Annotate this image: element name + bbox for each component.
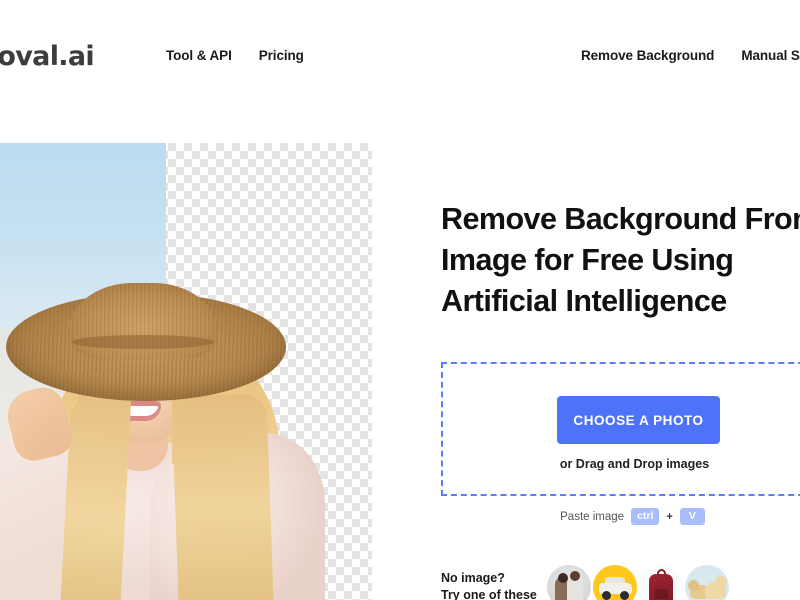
subject-hair-strand-left: [60, 391, 132, 600]
paste-hint-label: Paste image: [560, 510, 625, 523]
paste-hint-row: Paste image ctrl + V: [441, 508, 800, 525]
page-title-line-1: Remove Background From: [441, 202, 800, 236]
sample-thumbnail-backpack[interactable]: [639, 565, 683, 600]
site-header: moval.ai Tool & API Pricing Remove Backg…: [0, 0, 800, 118]
page-title-line-3: Artificial Intelligence: [441, 284, 727, 318]
upload-dropzone[interactable]: CHOOSE A PHOTO or Drag and Drop images: [441, 362, 800, 496]
page-title-line-2: Image for Free Using: [441, 243, 734, 277]
key-badge-ctrl: ctrl: [631, 508, 660, 525]
car-wheel-rear: [620, 591, 629, 600]
key-badge-plus: +: [666, 510, 673, 523]
nav-item-tool-api[interactable]: Tool & API: [166, 48, 232, 63]
nav-item-remove-background[interactable]: Remove Background: [581, 48, 714, 63]
subject-hair-strand-right: [171, 393, 274, 600]
nav-item-manual-service[interactable]: Manual Servic: [741, 48, 800, 63]
dog-head-left: [688, 580, 699, 591]
sample-thumbnail-dogs[interactable]: [685, 565, 729, 600]
primary-nav: Tool & API Pricing: [166, 48, 304, 63]
sample-thumbnail-car[interactable]: [593, 565, 637, 600]
sample-images-section: No image? Try one of these: [441, 565, 729, 600]
car-wheel-front: [602, 591, 611, 600]
dog-head-right: [715, 576, 727, 588]
subject-hat-band: [72, 335, 214, 349]
key-badge-v: V: [679, 508, 705, 525]
page-root: moval.ai Tool & API Pricing Remove Backg…: [0, 0, 800, 600]
page-title: Remove Background From Image for Free Us…: [441, 199, 800, 322]
secondary-nav: Remove Background Manual Servic: [581, 48, 800, 63]
sample-images-label-line-2: Try one of these: [441, 588, 537, 600]
backpack-pocket: [654, 589, 668, 599]
choose-photo-button[interactable]: CHOOSE A PHOTO: [557, 396, 720, 444]
family-head-a: [558, 573, 568, 583]
cutout-edge: [318, 143, 372, 600]
hero-preview-image: [0, 143, 372, 600]
family-head-b: [570, 571, 580, 581]
site-logo[interactable]: moval.ai: [0, 41, 95, 72]
sample-images-label: No image? Try one of these: [441, 570, 541, 600]
drag-drop-hint: or Drag and Drop images: [559, 457, 710, 471]
sample-thumbnail-family[interactable]: [547, 565, 591, 600]
photo-subject: [0, 143, 330, 600]
nav-item-pricing[interactable]: Pricing: [259, 48, 304, 63]
sample-images-label-line-1: No image?: [441, 571, 505, 585]
sample-thumbnail-list: [547, 565, 729, 600]
